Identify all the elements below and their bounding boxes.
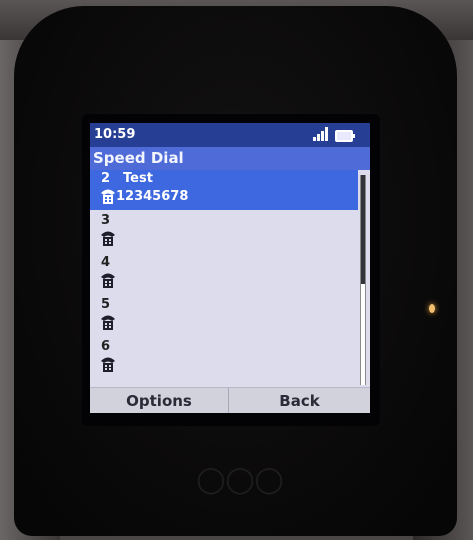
phone-handset-icon bbox=[101, 357, 115, 372]
battery-icon bbox=[335, 130, 355, 142]
speed-dial-entry-4[interactable]: 4 bbox=[90, 254, 358, 294]
speed-dial-entry-5[interactable]: 5 bbox=[90, 296, 358, 336]
entry-number: 6 bbox=[101, 339, 111, 354]
entry-number: 5 bbox=[101, 297, 111, 312]
status-bar: 10:59 bbox=[90, 123, 370, 147]
entry-name: Test bbox=[123, 171, 153, 186]
phone-screen: 10:59 Speed Dial 2 Test 12345678 3 4 5 6… bbox=[90, 123, 370, 413]
back-softkey[interactable]: Back bbox=[229, 388, 370, 413]
entry-phone-number: 12345678 bbox=[116, 189, 189, 204]
softkey-bar: Options Back bbox=[90, 387, 370, 413]
clock: 10:59 bbox=[94, 127, 136, 142]
page-title: Speed Dial bbox=[93, 149, 184, 167]
phone-handset-icon bbox=[101, 273, 115, 288]
signal-bars-icon bbox=[313, 127, 329, 141]
options-softkey[interactable]: Options bbox=[90, 388, 229, 413]
speed-dial-list: 2 Test 12345678 3 4 5 6 bbox=[90, 170, 358, 385]
entry-number: 4 bbox=[101, 255, 111, 270]
list-scrollbar[interactable] bbox=[360, 175, 366, 385]
phone-handset-icon bbox=[101, 315, 115, 330]
status-led bbox=[429, 304, 435, 313]
scrollbar-thumb[interactable] bbox=[361, 175, 365, 284]
speed-dial-entry-2[interactable]: 2 Test 12345678 bbox=[90, 170, 358, 210]
entry-number: 3 bbox=[101, 213, 111, 228]
phone-handset-icon bbox=[101, 231, 115, 246]
logo: ◯◯◯ bbox=[196, 465, 284, 495]
speed-dial-entry-3[interactable]: 3 bbox=[90, 212, 358, 252]
phone-handset-icon bbox=[101, 189, 115, 204]
entry-number: 2 bbox=[101, 171, 111, 186]
title-bar: Speed Dial bbox=[90, 147, 370, 170]
speed-dial-entry-6[interactable]: 6 bbox=[90, 338, 358, 378]
